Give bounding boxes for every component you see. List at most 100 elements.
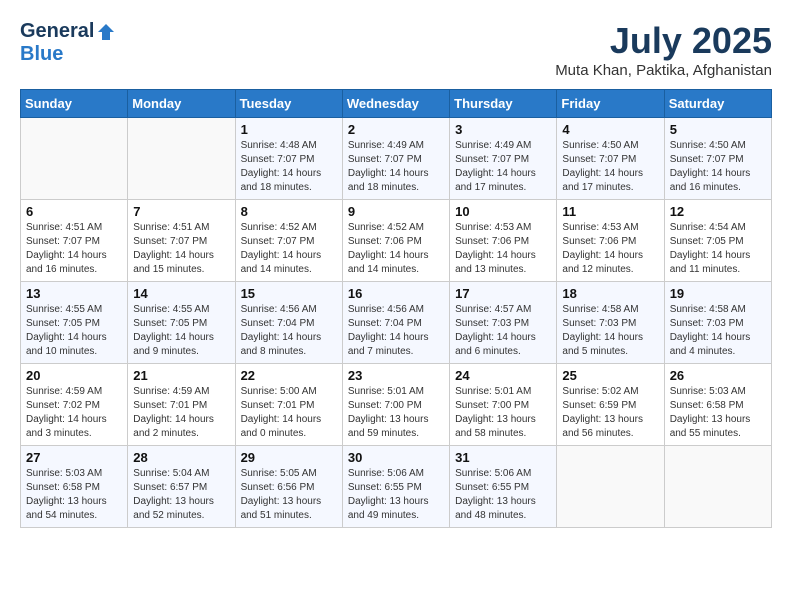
day-info: Sunrise: 5:04 AMSunset: 6:57 PMDaylight:… <box>133 468 214 521</box>
calendar-cell: 18 Sunrise: 4:58 AMSunset: 7:03 PMDaylig… <box>557 282 664 364</box>
calendar-week-5: 27 Sunrise: 5:03 AMSunset: 6:58 PMDaylig… <box>21 446 772 528</box>
calendar-week-4: 20 Sunrise: 4:59 AMSunset: 7:02 PMDaylig… <box>21 364 772 446</box>
calendar-cell <box>128 118 235 200</box>
day-info: Sunrise: 5:01 AMSunset: 7:00 PMDaylight:… <box>455 386 536 439</box>
day-info: Sunrise: 4:56 AMSunset: 7:04 PMDaylight:… <box>241 304 322 357</box>
calendar-cell: 24 Sunrise: 5:01 AMSunset: 7:00 PMDaylig… <box>450 364 557 446</box>
page-header: General Blue July 2025 Muta Khan, Paktik… <box>20 20 772 79</box>
day-info: Sunrise: 4:49 AMSunset: 7:07 PMDaylight:… <box>455 140 536 193</box>
weekday-header-monday: Monday <box>128 90 235 118</box>
day-number: 18 <box>562 286 658 301</box>
day-number: 21 <box>133 368 229 383</box>
day-info: Sunrise: 4:53 AMSunset: 7:06 PMDaylight:… <box>455 222 536 275</box>
day-info: Sunrise: 4:51 AMSunset: 7:07 PMDaylight:… <box>26 222 107 275</box>
calendar-cell: 20 Sunrise: 4:59 AMSunset: 7:02 PMDaylig… <box>21 364 128 446</box>
day-info: Sunrise: 5:06 AMSunset: 6:55 PMDaylight:… <box>455 468 536 521</box>
month-year: July 2025 <box>555 20 772 62</box>
day-info: Sunrise: 4:48 AMSunset: 7:07 PMDaylight:… <box>241 140 322 193</box>
calendar-cell: 5 Sunrise: 4:50 AMSunset: 7:07 PMDayligh… <box>664 118 771 200</box>
day-number: 17 <box>455 286 551 301</box>
day-info: Sunrise: 5:05 AMSunset: 6:56 PMDaylight:… <box>241 468 322 521</box>
calendar-week-3: 13 Sunrise: 4:55 AMSunset: 7:05 PMDaylig… <box>21 282 772 364</box>
day-number: 1 <box>241 122 337 137</box>
weekday-header-tuesday: Tuesday <box>235 90 342 118</box>
calendar-cell: 3 Sunrise: 4:49 AMSunset: 7:07 PMDayligh… <box>450 118 557 200</box>
logo: General Blue <box>20 20 116 66</box>
calendar-cell: 25 Sunrise: 5:02 AMSunset: 6:59 PMDaylig… <box>557 364 664 446</box>
calendar-cell: 14 Sunrise: 4:55 AMSunset: 7:05 PMDaylig… <box>128 282 235 364</box>
day-info: Sunrise: 4:56 AMSunset: 7:04 PMDaylight:… <box>348 304 429 357</box>
weekday-header-friday: Friday <box>557 90 664 118</box>
day-info: Sunrise: 4:52 AMSunset: 7:07 PMDaylight:… <box>241 222 322 275</box>
day-info: Sunrise: 4:54 AMSunset: 7:05 PMDaylight:… <box>670 222 751 275</box>
weekday-header-saturday: Saturday <box>664 90 771 118</box>
day-number: 12 <box>670 204 766 219</box>
calendar-cell: 15 Sunrise: 4:56 AMSunset: 7:04 PMDaylig… <box>235 282 342 364</box>
day-info: Sunrise: 5:02 AMSunset: 6:59 PMDaylight:… <box>562 386 643 439</box>
calendar-cell: 10 Sunrise: 4:53 AMSunset: 7:06 PMDaylig… <box>450 200 557 282</box>
day-number: 8 <box>241 204 337 219</box>
calendar-cell: 4 Sunrise: 4:50 AMSunset: 7:07 PMDayligh… <box>557 118 664 200</box>
day-number: 28 <box>133 450 229 465</box>
calendar-cell: 1 Sunrise: 4:48 AMSunset: 7:07 PMDayligh… <box>235 118 342 200</box>
day-number: 27 <box>26 450 122 465</box>
day-info: Sunrise: 4:49 AMSunset: 7:07 PMDaylight:… <box>348 140 429 193</box>
day-info: Sunrise: 4:53 AMSunset: 7:06 PMDaylight:… <box>562 222 643 275</box>
weekday-header-sunday: Sunday <box>21 90 128 118</box>
day-number: 25 <box>562 368 658 383</box>
calendar-cell: 7 Sunrise: 4:51 AMSunset: 7:07 PMDayligh… <box>128 200 235 282</box>
day-number: 26 <box>670 368 766 383</box>
day-info: Sunrise: 4:57 AMSunset: 7:03 PMDaylight:… <box>455 304 536 357</box>
day-number: 13 <box>26 286 122 301</box>
calendar-cell: 21 Sunrise: 4:59 AMSunset: 7:01 PMDaylig… <box>128 364 235 446</box>
calendar-cell: 12 Sunrise: 4:54 AMSunset: 7:05 PMDaylig… <box>664 200 771 282</box>
day-info: Sunrise: 4:59 AMSunset: 7:01 PMDaylight:… <box>133 386 214 439</box>
day-number: 31 <box>455 450 551 465</box>
calendar-cell: 2 Sunrise: 4:49 AMSunset: 7:07 PMDayligh… <box>342 118 449 200</box>
day-number: 19 <box>670 286 766 301</box>
day-number: 14 <box>133 286 229 301</box>
day-number: 30 <box>348 450 444 465</box>
calendar-cell: 6 Sunrise: 4:51 AMSunset: 7:07 PMDayligh… <box>21 200 128 282</box>
calendar-cell: 29 Sunrise: 5:05 AMSunset: 6:56 PMDaylig… <box>235 446 342 528</box>
day-info: Sunrise: 4:55 AMSunset: 7:05 PMDaylight:… <box>133 304 214 357</box>
day-number: 3 <box>455 122 551 137</box>
day-info: Sunrise: 5:00 AMSunset: 7:01 PMDaylight:… <box>241 386 322 439</box>
day-info: Sunrise: 4:58 AMSunset: 7:03 PMDaylight:… <box>670 304 751 357</box>
calendar-cell <box>664 446 771 528</box>
calendar-cell: 23 Sunrise: 5:01 AMSunset: 7:00 PMDaylig… <box>342 364 449 446</box>
day-info: Sunrise: 5:06 AMSunset: 6:55 PMDaylight:… <box>348 468 429 521</box>
day-number: 2 <box>348 122 444 137</box>
logo-icon <box>96 22 116 42</box>
calendar-header: SundayMondayTuesdayWednesdayThursdayFrid… <box>21 90 772 118</box>
day-info: Sunrise: 5:03 AMSunset: 6:58 PMDaylight:… <box>670 386 751 439</box>
day-number: 20 <box>26 368 122 383</box>
calendar-cell: 8 Sunrise: 4:52 AMSunset: 7:07 PMDayligh… <box>235 200 342 282</box>
day-info: Sunrise: 4:50 AMSunset: 7:07 PMDaylight:… <box>670 140 751 193</box>
calendar-cell: 22 Sunrise: 5:00 AMSunset: 7:01 PMDaylig… <box>235 364 342 446</box>
day-number: 24 <box>455 368 551 383</box>
calendar-week-2: 6 Sunrise: 4:51 AMSunset: 7:07 PMDayligh… <box>21 200 772 282</box>
day-number: 11 <box>562 204 658 219</box>
calendar-week-1: 1 Sunrise: 4:48 AMSunset: 7:07 PMDayligh… <box>21 118 772 200</box>
calendar-table: SundayMondayTuesdayWednesdayThursdayFrid… <box>20 89 772 528</box>
logo-general-text: General <box>20 20 94 43</box>
calendar-cell: 13 Sunrise: 4:55 AMSunset: 7:05 PMDaylig… <box>21 282 128 364</box>
day-info: Sunrise: 4:51 AMSunset: 7:07 PMDaylight:… <box>133 222 214 275</box>
day-number: 6 <box>26 204 122 219</box>
calendar-cell: 28 Sunrise: 5:04 AMSunset: 6:57 PMDaylig… <box>128 446 235 528</box>
day-info: Sunrise: 4:59 AMSunset: 7:02 PMDaylight:… <box>26 386 107 439</box>
day-number: 5 <box>670 122 766 137</box>
calendar-cell: 31 Sunrise: 5:06 AMSunset: 6:55 PMDaylig… <box>450 446 557 528</box>
calendar-cell: 19 Sunrise: 4:58 AMSunset: 7:03 PMDaylig… <box>664 282 771 364</box>
day-number: 4 <box>562 122 658 137</box>
weekday-header-wednesday: Wednesday <box>342 90 449 118</box>
day-number: 7 <box>133 204 229 219</box>
day-info: Sunrise: 4:55 AMSunset: 7:05 PMDaylight:… <box>26 304 107 357</box>
day-info: Sunrise: 5:01 AMSunset: 7:00 PMDaylight:… <box>348 386 429 439</box>
calendar-cell <box>21 118 128 200</box>
day-number: 29 <box>241 450 337 465</box>
day-number: 15 <box>241 286 337 301</box>
calendar-cell <box>557 446 664 528</box>
day-info: Sunrise: 4:52 AMSunset: 7:06 PMDaylight:… <box>348 222 429 275</box>
